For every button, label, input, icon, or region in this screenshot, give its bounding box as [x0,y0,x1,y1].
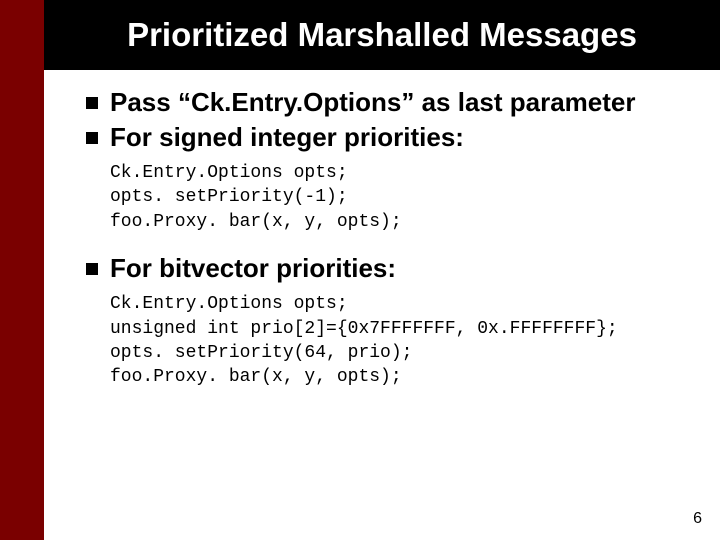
bullet-text: For signed integer priorities: [110,121,464,154]
page-number: 6 [693,510,702,528]
bullet-item: For bitvector priorities: [86,252,696,285]
bullet-square-icon [86,263,98,275]
bullet-text: Pass “Ck.Entry.Options” as last paramete… [110,86,636,119]
content-area: Pass “Ck.Entry.Options” as last paramete… [86,86,696,408]
bullet-item: Pass “Ck.Entry.Options” as last paramete… [86,86,696,119]
code-block: Ck.Entry.Options opts; unsigned int prio… [110,292,696,389]
bullet-square-icon [86,97,98,109]
bullet-item: For signed integer priorities: [86,121,696,154]
bullet-square-icon [86,132,98,144]
slide-title: Prioritized Marshalled Messages [127,16,637,54]
code-block: Ck.Entry.Options opts; opts. setPriority… [110,161,696,234]
slide: Prioritized Marshalled Messages Pass “Ck… [0,0,720,540]
title-band: Prioritized Marshalled Messages [44,0,720,70]
bullet-text: For bitvector priorities: [110,252,396,285]
left-accent-bar [0,0,44,540]
